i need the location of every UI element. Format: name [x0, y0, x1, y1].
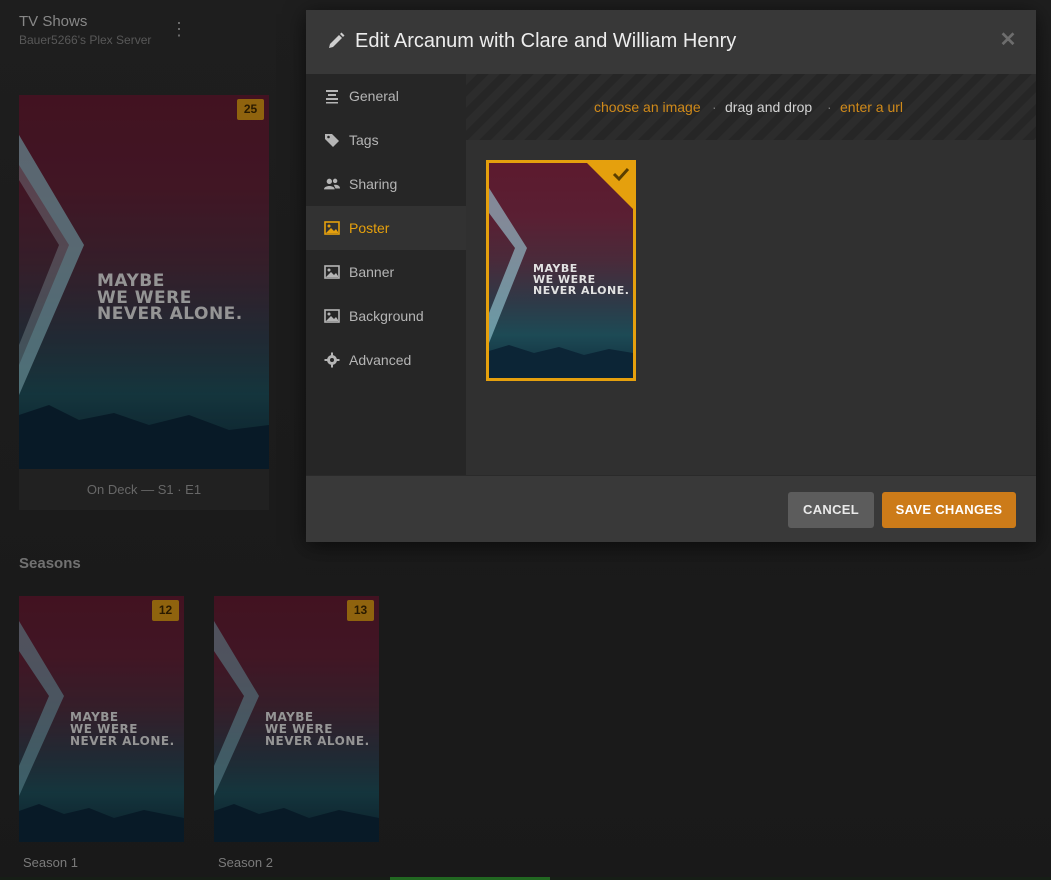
users-icon	[324, 178, 340, 190]
separator: ·	[712, 99, 717, 115]
sidebar-item-label: Poster	[349, 220, 390, 236]
checkmark-icon	[612, 167, 630, 182]
separator: ·	[827, 99, 832, 115]
sidebar-item-advanced[interactable]: Advanced	[306, 338, 466, 382]
sidebar-item-sharing[interactable]: Sharing	[306, 162, 466, 206]
sidebar-item-label: Banner	[349, 264, 395, 280]
sidebar-item-poster[interactable]: Poster	[306, 206, 466, 250]
image-icon	[324, 309, 340, 323]
dialog-title: Edit Arcanum with Clare and William Henr…	[355, 30, 737, 52]
close-icon[interactable]: ✕	[998, 29, 1018, 51]
save-changes-button[interactable]: SAVE CHANGES	[882, 492, 1016, 528]
dialog-header: Edit Arcanum with Clare and William Henr…	[306, 10, 1036, 74]
image-icon	[324, 221, 340, 235]
drag-drop-label: drag and drop	[725, 99, 813, 115]
sidebar-item-tags[interactable]: Tags	[306, 118, 466, 162]
selected-poster-option[interactable]: MAYBE WE WERE NEVER ALONE.	[486, 160, 636, 381]
sidebar-item-banner[interactable]: Banner	[306, 250, 466, 294]
sidebar-item-label: Sharing	[349, 176, 398, 192]
poster-tagline: MAYBE WE WERE NEVER ALONE.	[533, 262, 630, 297]
sidebar-item-general[interactable]: General	[306, 74, 466, 118]
sidebar-item-background[interactable]: Background	[306, 294, 466, 338]
sidebar-item-label: Tags	[349, 132, 379, 148]
image-icon	[324, 265, 340, 279]
sidebar-item-label: General	[349, 88, 399, 104]
sidebar-item-label: Background	[349, 308, 424, 324]
dialog-footer: CANCEL SAVE CHANGES	[306, 475, 1036, 542]
dialog-sidebar: General Tags Sharing Poster Banner Backg…	[306, 74, 466, 475]
enter-url-link[interactable]: enter a url	[840, 99, 903, 115]
poster-grid: MAYBE WE WERE NEVER ALONE.	[466, 140, 1036, 475]
list-icon	[326, 90, 338, 104]
pencil-icon	[329, 32, 345, 48]
image-upload-bar[interactable]: choose an image · drag and drop · enter …	[466, 74, 1036, 140]
gear-icon	[324, 352, 340, 368]
sidebar-item-label: Advanced	[349, 352, 412, 368]
tag-icon	[325, 134, 339, 147]
cancel-button[interactable]: CANCEL	[788, 492, 874, 528]
choose-image-link[interactable]: choose an image	[594, 99, 701, 115]
edit-dialog: Edit Arcanum with Clare and William Henr…	[306, 10, 1036, 542]
